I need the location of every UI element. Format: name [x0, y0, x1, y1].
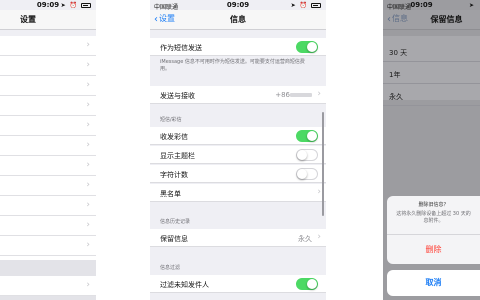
chevron-right-icon: › [86, 200, 90, 210]
status-bar: 中国联通 09:09 ➤ ⏰ [150, 0, 326, 11]
chevron-left-icon: ‹ [387, 14, 391, 25]
alarm-icon: ⏰ [69, 2, 79, 9]
divider [387, 234, 480, 235]
status-icons: ➤ [469, 2, 475, 9]
status-icons: ➤ ⏰ [61, 2, 91, 9]
show-subject-toggle[interactable] [296, 149, 318, 161]
action-sheet-message-cont: 息附件。 [423, 218, 444, 224]
battery-icon [81, 3, 91, 8]
scrollbar[interactable] [322, 112, 324, 216]
alarm-icon: ⏰ [299, 2, 309, 9]
action-sheet-title: 删除旧信息？ [418, 202, 449, 208]
blocked-label: 黑名单 [160, 190, 181, 198]
mms-toggle[interactable] [296, 130, 318, 142]
chevron-right-icon: › [86, 220, 90, 230]
nav-title: 保留信息 [430, 15, 463, 24]
section-header-history: 信息历史记录 [160, 219, 191, 225]
nav-bar: 设置 [0, 10, 96, 30]
section-header-filter: 信息过滤 [160, 265, 181, 271]
settings-row[interactable]: › [0, 176, 96, 196]
settings-row[interactable]: › [0, 156, 96, 176]
chevron-right-icon: › [86, 60, 90, 70]
status-bar: 09:09 ➤ ⏰ [0, 0, 96, 10]
chevron-right-icon: › [86, 80, 90, 90]
action-sheet: 删除旧信息？ 这将永久删除设备上超过 30 天的 息附件。 删除 [387, 196, 480, 264]
chevron-right-icon: › [86, 240, 90, 250]
chevron-right-icon: › [317, 232, 321, 242]
battery-icon [311, 3, 321, 8]
redacted-phone-number [290, 93, 312, 97]
chevron-right-icon: › [86, 160, 90, 170]
settings-screen: 09:09 ➤ ⏰ 设置 › › › › › › › › › › › › [0, 0, 96, 300]
send-as-sms-toggle[interactable] [296, 41, 318, 53]
send-as-sms-label: 作为短信发送 [160, 44, 202, 52]
nav-bar: ‹信息 保留信息 [383, 10, 480, 30]
keep-messages-value: 永久 [298, 235, 312, 243]
chevron-right-icon: › [317, 187, 321, 197]
toggle-knob [297, 150, 307, 160]
send-receive-row[interactable]: 发送与接收 +86 › [150, 86, 326, 104]
keep-messages-screen: 中国联通 09:09 ➤ ‹信息 保留信息 30 天 1年 永久 删除旧信息？ … [383, 0, 480, 300]
settings-row[interactable]: › [0, 36, 96, 56]
filter-unknown-label: 过滤未知发件人 [160, 281, 209, 289]
location-icon: ➤ [468, 2, 475, 9]
char-count-toggle[interactable] [296, 168, 318, 180]
status-bar: 中国联通 09:09 ➤ [383, 0, 480, 11]
settings-row[interactable]: › [0, 76, 96, 96]
settings-row[interactable]: › [0, 116, 96, 136]
back-label: 信息 [392, 14, 408, 23]
send-as-sms-note: iMessage 信息不可用时作为短信发送。可能要支付运营商短信费用。 [160, 59, 305, 72]
chevron-right-icon: › [86, 180, 90, 190]
nav-title: 信息 [230, 15, 246, 24]
action-sheet-message: 这将永久删除设备上超过 30 天的 [396, 211, 471, 217]
mms-row: 收发彩信 [150, 127, 326, 145]
settings-row[interactable]: › [0, 56, 96, 76]
filter-unknown-row: 过滤未知发件人 [150, 275, 326, 293]
settings-row[interactable]: › [0, 236, 96, 256]
location-icon: ➤ [290, 2, 297, 9]
send-as-sms-row: 作为短信发送 [150, 38, 326, 56]
blocked-row[interactable]: 黑名单 › [150, 184, 326, 202]
keep-messages-row[interactable]: 保留信息 永久 › [150, 229, 326, 247]
toggle-knob [297, 169, 307, 179]
delete-button[interactable]: 删除 [387, 244, 480, 255]
mms-label: 收发彩信 [160, 133, 188, 141]
back-button[interactable]: ‹信息 [387, 13, 408, 25]
screenshot-collage: 09:09 ➤ ⏰ 设置 › › › › › › › › › › › › 中国联… [0, 0, 480, 300]
settings-row[interactable]: › [0, 276, 96, 296]
chevron-right-icon: › [86, 140, 90, 150]
retention-option[interactable]: 30 天 [383, 42, 480, 62]
section-header-sms-mms: 短信/彩信 [160, 117, 182, 123]
toggle-knob [307, 42, 317, 52]
location-icon: ➤ [60, 2, 67, 9]
retention-option[interactable]: 1年 [383, 64, 480, 84]
status-icons: ➤ ⏰ [291, 2, 321, 9]
settings-row[interactable]: › [0, 196, 96, 216]
chevron-right-icon: › [86, 120, 90, 130]
show-subject-row: 显示主题栏 [150, 146, 326, 164]
char-count-row: 字符计数 [150, 165, 326, 183]
show-subject-label: 显示主题栏 [160, 152, 195, 160]
chevron-right-icon: › [86, 280, 90, 290]
chevron-right-icon: › [86, 40, 90, 50]
toggle-knob [307, 279, 317, 289]
settings-row[interactable]: › [0, 136, 96, 156]
filter-unknown-toggle[interactable] [296, 278, 318, 290]
nav-bar: ‹设置 信息 [150, 10, 326, 30]
retention-option[interactable]: 永久 [383, 86, 480, 106]
chevron-right-icon: › [317, 89, 321, 99]
settings-row[interactable]: › [0, 216, 96, 236]
messages-settings-screen: 中国联通 09:09 ➤ ⏰ ‹设置 信息 作为短信发送 iMessage 信息… [150, 0, 326, 300]
keep-messages-label: 保留信息 [160, 235, 188, 243]
retention-options: 30 天 1年 永久 [383, 36, 480, 106]
char-count-label: 字符计数 [160, 171, 188, 179]
settings-row[interactable]: › [0, 96, 96, 116]
cancel-button[interactable]: 取消 [387, 270, 480, 296]
nav-title: 设置 [20, 15, 36, 24]
send-receive-value: +86 [275, 91, 290, 99]
chevron-right-icon: › [86, 100, 90, 110]
toggle-knob [307, 131, 317, 141]
status-time: 09:09 [410, 1, 433, 9]
send-receive-label: 发送与接收 [160, 92, 195, 100]
